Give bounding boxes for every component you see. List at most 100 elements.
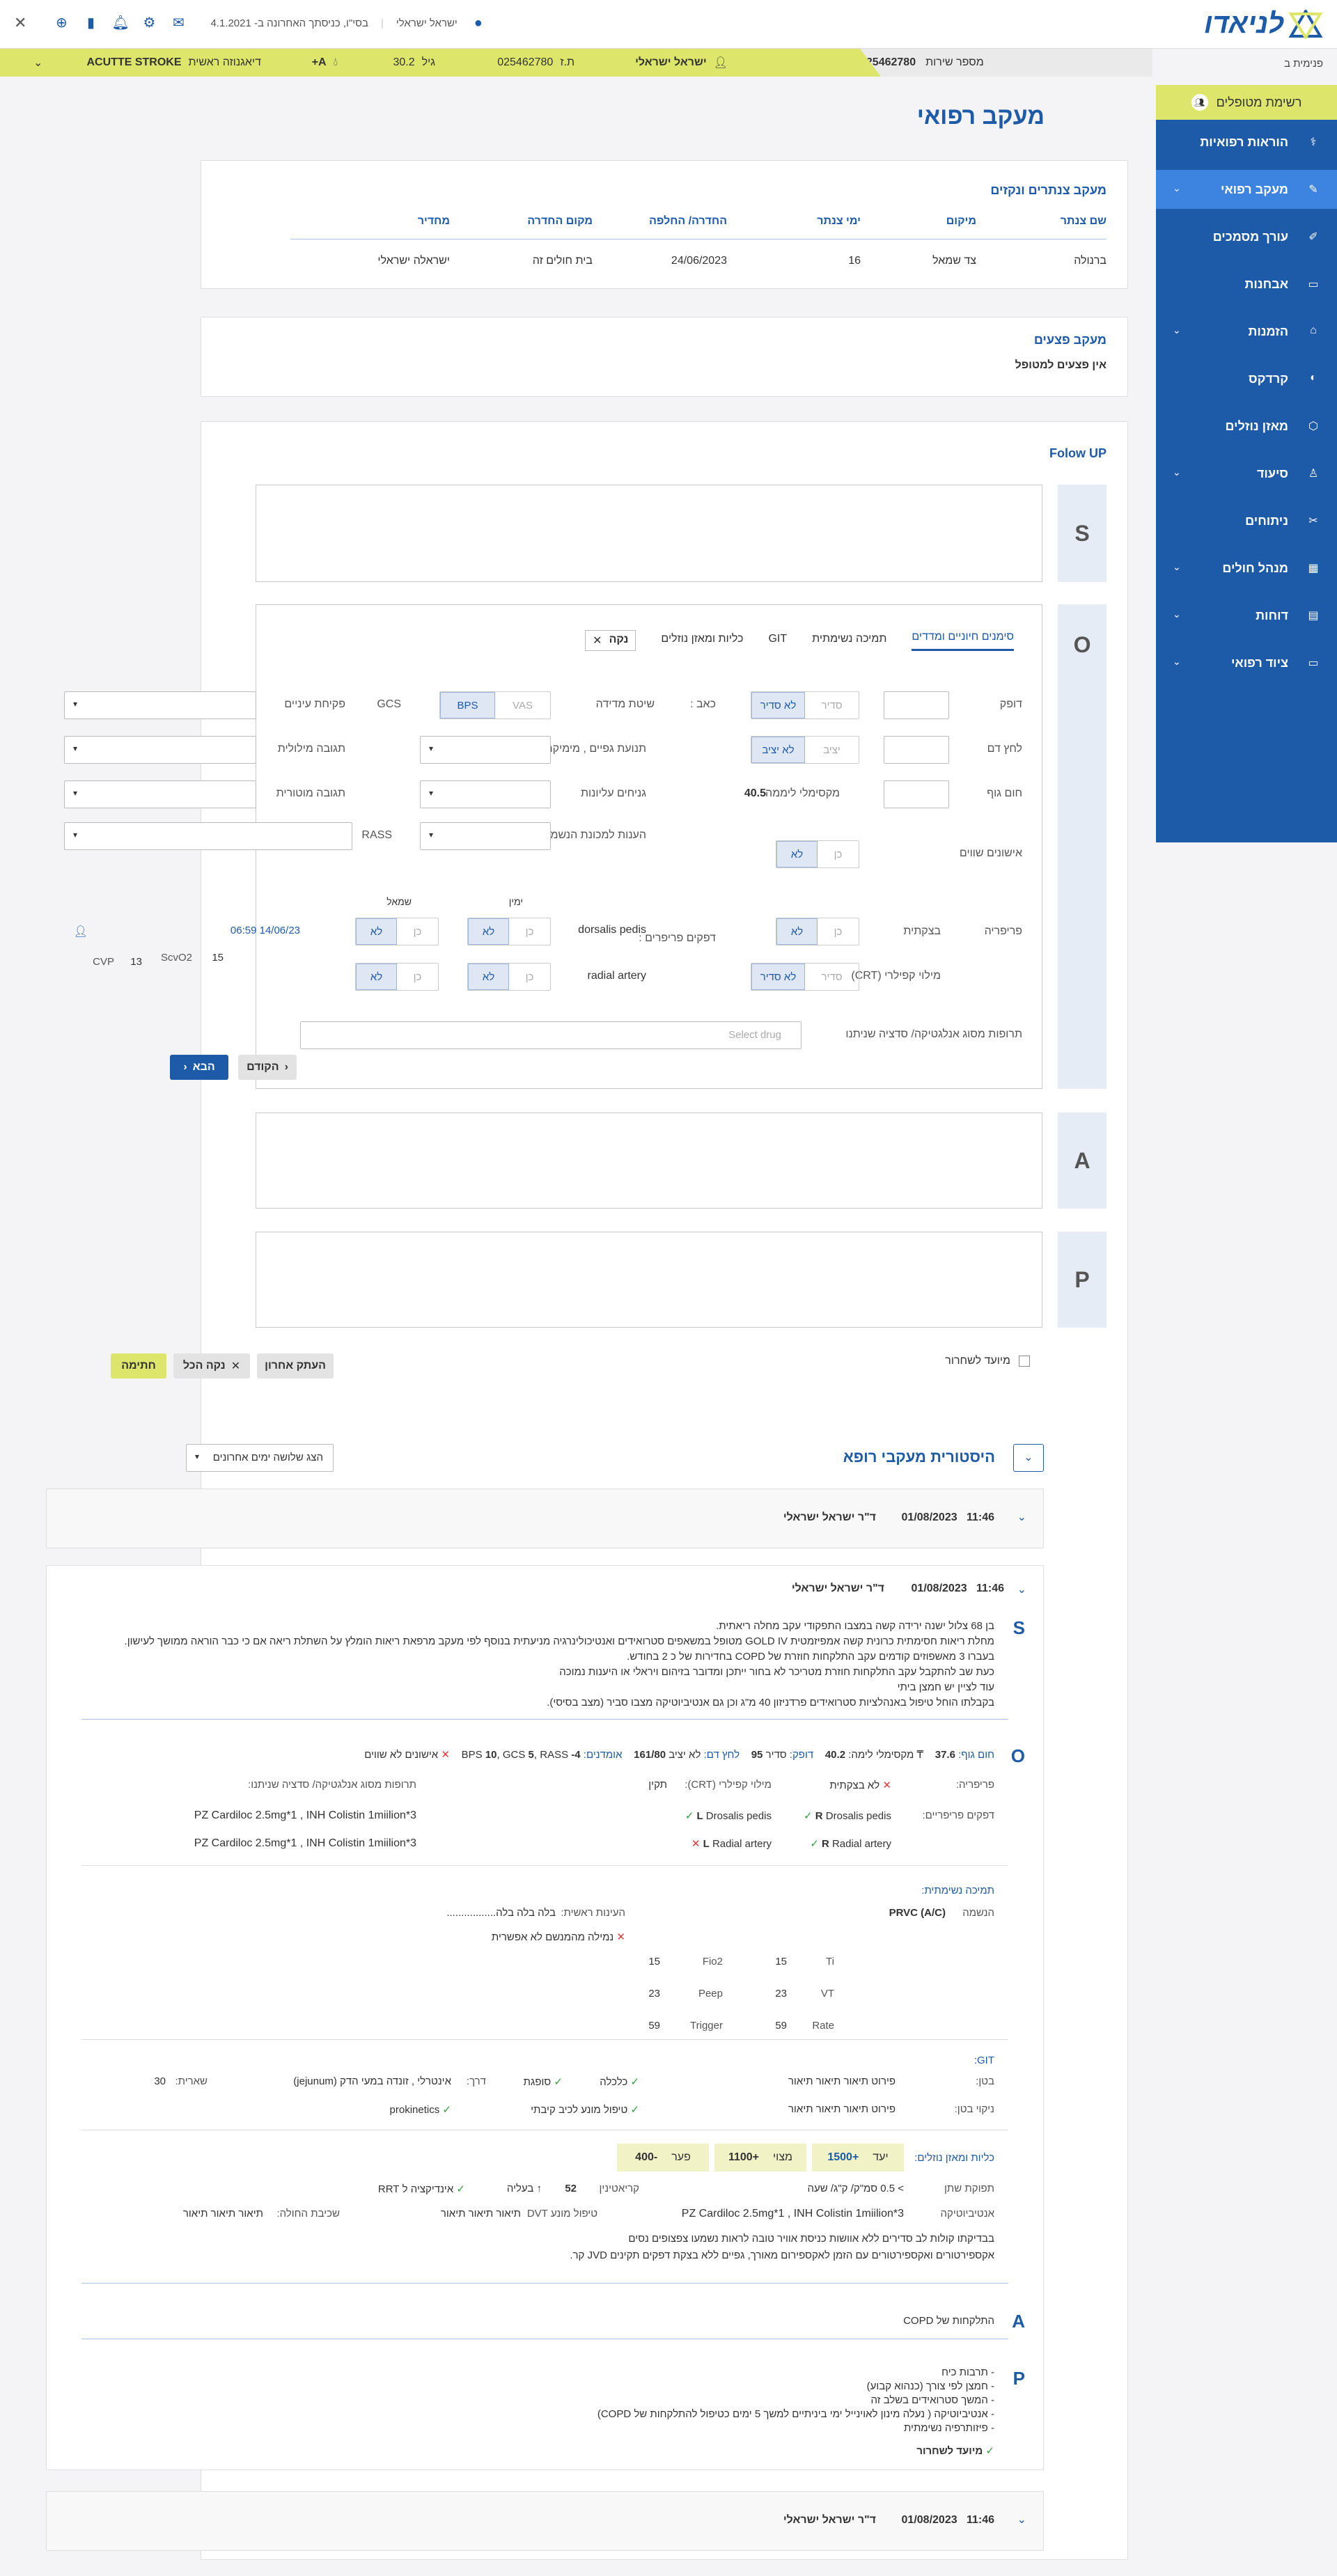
- pulse-input[interactable]: [884, 691, 949, 719]
- kid-rrt: ✓ אינדיקציה ל RRT: [377, 2183, 465, 2195]
- sidebar-item-4[interactable]: ⌂ הזמנות ⌄: [1156, 312, 1337, 351]
- sidebar-item-8[interactable]: ✂ ניתוחים: [1156, 501, 1337, 540]
- tablet-icon[interactable]: ▮: [82, 15, 99, 31]
- user-small-icon: 👤︎: [73, 926, 88, 938]
- diagnosis: דיאגנוזה ראשית ACUTTE STROKE: [86, 56, 262, 68]
- prev-button[interactable]: ‹ הקודם: [238, 1055, 297, 1080]
- checkbox-box[interactable]: [1019, 1356, 1030, 1367]
- chevron-down-icon: ⌄: [1017, 2514, 1026, 2526]
- kid-fall-value: תיאור תיאור תיאור: [182, 2208, 263, 2220]
- globe-icon[interactable]: ⊕: [53, 15, 70, 31]
- copy-last-button[interactable]: העתק אחרון: [257, 1353, 334, 1379]
- measure-date[interactable]: 14/06/23 06:59: [230, 925, 300, 936]
- sidebar-item-0[interactable]: ⚕ הוראות רפואיות: [1156, 123, 1337, 162]
- eyes-label: פקיחת עיניים: [284, 698, 345, 710]
- kid-actual: מצוי +1100: [714, 2144, 806, 2171]
- person-icon: 👤︎: [713, 57, 728, 69]
- vent-select[interactable]: [420, 822, 551, 850]
- clear-all-button[interactable]: ✕ נקה הכל: [173, 1353, 250, 1379]
- tab-vitals[interactable]: סימנים חיוניים ומדדים: [912, 631, 1014, 651]
- history-entry-collapsed[interactable]: ⌄ 11:46 01/08/2023 ד"ר ישראל ישראלי: [46, 2491, 1044, 2551]
- user-icon[interactable]: ●: [470, 15, 487, 31]
- radial-left-toggle[interactable]: כן לא: [355, 963, 439, 991]
- git-clean-label: ניקוי בטן:: [954, 2103, 994, 2115]
- verbal-select[interactable]: [64, 736, 256, 764]
- rass-select[interactable]: [64, 822, 352, 850]
- pain-method-toggle[interactable]: VAS BPS: [439, 691, 551, 719]
- s-line: עוד לציין יש חמצן ביתי: [897, 1681, 994, 1693]
- history-entry-collapsed[interactable]: ⌄ 11:46 01/08/2023 ד"ר ישראל ישראלי: [46, 1489, 1044, 1548]
- discharge-checkbox[interactable]: מיועד לשחרור: [945, 1355, 1030, 1367]
- pupils-toggle[interactable]: כן לא: [776, 840, 859, 868]
- close-icon: ✕: [593, 635, 602, 647]
- catheter-header: מקום החדרה: [527, 215, 593, 227]
- resp-value: 59: [648, 2020, 660, 2032]
- catheter-cell: ישראלה ישראלי: [377, 255, 450, 267]
- dorsalis-left-toggle[interactable]: כן לא: [355, 918, 439, 945]
- nurse-icon: ♙: [1308, 468, 1319, 480]
- motor-select[interactable]: [64, 780, 256, 808]
- bp-input[interactable]: [884, 736, 949, 764]
- sidebar-item-9[interactable]: ▦ מנהל חולים ⌄: [1156, 549, 1337, 588]
- radial-right-toggle[interactable]: כן לא: [467, 963, 551, 991]
- patient-bar: מספר שירות 025462780 👤︎ ישראל ישראלי ת.ז 0…: [0, 49, 1152, 77]
- sidebar-item-6[interactable]: ⬡ מאזן נוזלים: [1156, 407, 1337, 446]
- bell-icon[interactable]: 🔔︎: [111, 15, 129, 31]
- catheter-header: מיקום: [946, 215, 976, 227]
- catheter-header: ימי צנתר: [817, 215, 861, 227]
- user-name[interactable]: ישראל ישראלי: [396, 17, 458, 29]
- patient-id: ת.ז 025462780: [497, 56, 574, 68]
- sidebar-item-3[interactable]: ▭ אבחנות: [1156, 265, 1337, 304]
- sidebar-item-11[interactable]: ▭ ציוד רפואי ⌄: [1156, 643, 1337, 682]
- gear-icon[interactable]: ⚙: [141, 15, 157, 31]
- patient-list-button[interactable]: רשימת מטופלים 👥︎: [1156, 85, 1337, 120]
- tab-git[interactable]: GIT: [768, 633, 787, 651]
- plan-textarea[interactable]: [256, 1232, 1042, 1328]
- chevron-up-icon[interactable]: ⌄: [1017, 1582, 1026, 1596]
- sidebar-item-7[interactable]: ♙ סיעוד ⌄: [1156, 454, 1337, 493]
- limbs-select[interactable]: [420, 736, 551, 764]
- breadcrumb[interactable]: פנימית ב: [1284, 58, 1323, 70]
- history-collapse-button[interactable]: ⌄: [1013, 1444, 1044, 1472]
- mail-icon[interactable]: ✉: [170, 15, 187, 31]
- close-icon[interactable]: ✕: [14, 14, 26, 32]
- temp-input[interactable]: [884, 780, 949, 808]
- check-icon: ✓: [456, 2183, 465, 2195]
- subjective-textarea[interactable]: [256, 485, 1042, 582]
- git-c1: ✓ כלכלה: [600, 2076, 639, 2088]
- patient-name[interactable]: 👤︎ ישראל ישראלי: [635, 49, 728, 77]
- drug-select[interactable]: Select drug: [300, 1021, 802, 1049]
- upper-limbs-select[interactable]: [420, 780, 551, 808]
- o-periph-label: פריפריה:: [955, 1779, 994, 1791]
- bp-label: לחץ דם: [987, 743, 1022, 755]
- history-a-text: התלקחות של COPD: [903, 2315, 994, 2327]
- pupils-label: אישונים שווים: [959, 847, 1022, 859]
- clear-tab-button[interactable]: נקה ✕: [585, 630, 636, 651]
- assessment-textarea[interactable]: [256, 1113, 1042, 1209]
- sidebar-item-1[interactable]: ✎ מעקב רפואי ⌄: [1156, 170, 1337, 209]
- check-icon: ✓: [630, 2076, 639, 2088]
- sidebar-item-5[interactable]: ◐ קרדקס: [1156, 359, 1337, 398]
- crt-toggle[interactable]: סדיר לא סדיר: [751, 963, 859, 991]
- next-button[interactable]: הבא ‹: [170, 1055, 228, 1080]
- tab-respiratory[interactable]: תמיכה נשימתית: [812, 633, 886, 651]
- sidebar-item-2[interactable]: ✐ עורך מסמכים: [1156, 217, 1337, 256]
- chevron-down-icon[interactable]: ⌄: [33, 49, 42, 77]
- kid-note-1: בבדיקתו קולות לב סדירים ללא אוושות כניסת…: [628, 2233, 994, 2245]
- eyes-select[interactable]: [64, 691, 256, 719]
- git-c3: ✓ טיפול מונע לכיב קיבתי: [531, 2104, 639, 2116]
- check-icon: ✓: [810, 1838, 819, 1850]
- pulse-regular-toggle[interactable]: סדיר לא סדיר: [751, 691, 859, 719]
- kid-abx-value: PZ Cardiloc 2.5mg*1 , INH Colistin 1miil…: [681, 2208, 904, 2220]
- sign-button[interactable]: חתימה: [111, 1353, 166, 1379]
- resp-prime-value: בלה בלה בלה.................: [446, 1907, 556, 1919]
- edema-toggle[interactable]: כן לא: [776, 918, 859, 945]
- check-icon: ✓: [985, 2445, 994, 2457]
- chevron-down-icon: ⌄: [1173, 182, 1181, 194]
- history-filter-select[interactable]: הצג שלושה ימים אחרונים: [186, 1444, 334, 1472]
- entry-doctor: ד"ר ישראל ישראלי: [783, 1511, 876, 1523]
- bp-stable-toggle[interactable]: יציב לא יציב: [751, 736, 859, 764]
- tab-kidneys[interactable]: כליות ומאזן נוזלים: [661, 633, 743, 651]
- dorsalis-right-toggle[interactable]: כן לא: [467, 918, 551, 945]
- sidebar-item-10[interactable]: ▤ דוחות ⌄: [1156, 596, 1337, 635]
